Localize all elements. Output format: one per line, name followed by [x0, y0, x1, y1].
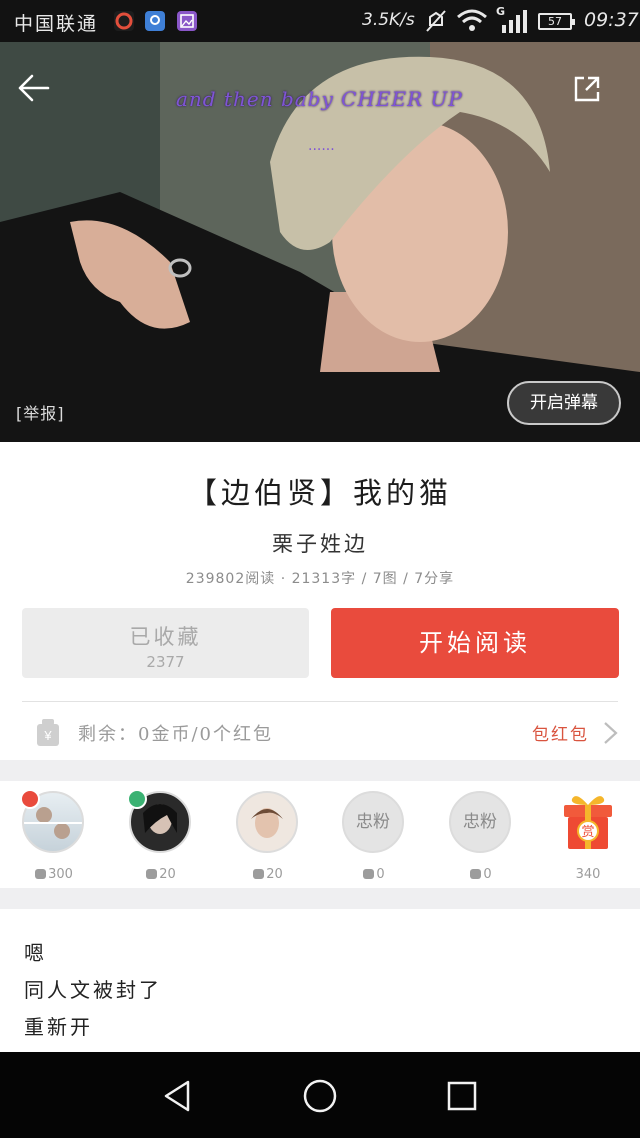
- avatar: [236, 791, 298, 853]
- section-gap: [0, 760, 640, 781]
- money-bag-icon: ¥: [37, 719, 59, 746]
- network-speed: 3.5K/s: [362, 10, 415, 30]
- fan-item[interactable]: 忠粉 0: [449, 791, 513, 882]
- wifi-icon: [457, 9, 487, 31]
- fan-item[interactable]: 20: [236, 791, 300, 882]
- recent-apps-icon[interactable]: [440, 1074, 484, 1118]
- book-title: 【边伯贤】我的猫: [187, 476, 452, 510]
- gallery-app-icon: [177, 11, 197, 31]
- mute-icon: [426, 10, 446, 32]
- author-name[interactable]: 栗子姓边: [0, 528, 640, 558]
- fan-coins: 20: [236, 867, 300, 882]
- carrier-name: 中国联通: [14, 13, 99, 35]
- system-nav-bar: [0, 1052, 640, 1138]
- home-circle-icon[interactable]: [298, 1074, 342, 1118]
- fan-coins: 300: [22, 867, 86, 882]
- loyal-fan-placeholder: 忠粉: [449, 791, 511, 853]
- collect-label: 已收藏: [129, 625, 202, 649]
- coin-icon: [363, 869, 375, 879]
- app-notification-icon: [114, 11, 134, 31]
- section-gap: [0, 888, 640, 909]
- fan-item[interactable]: 忠粉 0: [342, 791, 406, 882]
- start-reading-button[interactable]: 开始阅读: [331, 608, 619, 678]
- fans-row: 300 20 20 忠粉 0 忠粉 0 赏 340: [0, 781, 640, 888]
- fan-item[interactable]: 300: [20, 789, 86, 882]
- enable-danmaku-button[interactable]: 开启弹幕: [507, 381, 621, 425]
- fan-coins: 0: [342, 867, 406, 882]
- chapter-preview: 嗯 同人文被封了 重新开: [24, 935, 624, 1046]
- svg-text:¥: ¥: [43, 728, 52, 743]
- red-packet-button[interactable]: 包红包: [532, 720, 589, 745]
- cover-caption: and then baby CHEER UP: [176, 87, 463, 111]
- back-arrow-icon[interactable]: [14, 68, 54, 108]
- fan-coins: 0: [449, 867, 513, 882]
- gift-label: 赏: [581, 825, 594, 840]
- loyal-fan-placeholder: 忠粉: [342, 791, 404, 853]
- wallet-row: ¥ 剩余：0金币/0个红包 包红包: [0, 704, 640, 760]
- coin-icon: [470, 869, 482, 879]
- gift-box-icon: 赏: [564, 796, 612, 849]
- content-line: 同人文被封了: [24, 978, 162, 1002]
- collected-button[interactable]: 已收藏 2377: [22, 608, 309, 678]
- battery-indicator: 57: [538, 13, 575, 30]
- clock: 09:37: [584, 9, 639, 31]
- cover-image: and then baby CHEER UP ...... [举报] 开启弹幕: [0, 42, 640, 442]
- vip-badge-icon: [127, 789, 147, 809]
- gift-coins: 340: [575, 867, 601, 882]
- vip-badge-icon: [20, 789, 40, 809]
- collect-count: 2377: [146, 653, 185, 671]
- coin-icon: [253, 869, 265, 879]
- chevron-right-icon[interactable]: [600, 720, 620, 746]
- share-icon[interactable]: [572, 74, 602, 104]
- coin-icon: [146, 869, 158, 879]
- back-triangle-icon[interactable]: [156, 1074, 200, 1118]
- divider: [22, 701, 618, 702]
- fan-item[interactable]: 20: [127, 789, 193, 882]
- content-line: 重新开: [24, 1015, 93, 1039]
- signal-icon: [502, 10, 527, 33]
- location-app-icon: [145, 11, 165, 31]
- content-line: 嗯: [24, 941, 47, 965]
- report-link[interactable]: [举报]: [16, 400, 65, 424]
- status-bar: 中国联通 3.5K/s G 57 09:37: [0, 0, 640, 42]
- cover-caption-dots: ......: [308, 138, 335, 154]
- book-stats: 239802阅读 · 21313字 / 7图 / 7分享: [185, 571, 455, 587]
- reward-gift-button[interactable]: 赏 340: [560, 791, 616, 882]
- coin-icon: [35, 869, 47, 879]
- fan-coins: 20: [129, 867, 193, 882]
- remaining-balance: 剩余：0金币/0个红包: [78, 724, 273, 745]
